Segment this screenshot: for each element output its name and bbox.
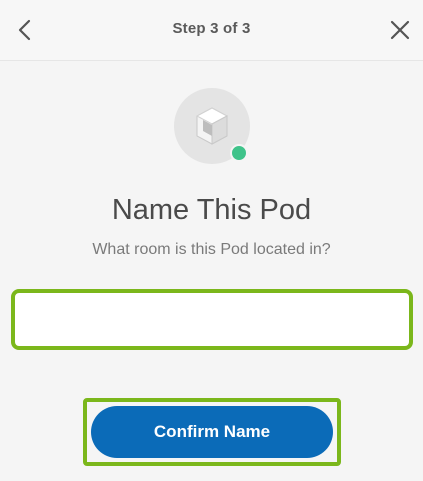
pod-name-field-frame: [11, 289, 413, 350]
close-icon: [390, 20, 410, 40]
confirm-name-label: Confirm Name: [153, 422, 271, 441]
close-button[interactable]: [385, 15, 415, 45]
pod-name-input[interactable]: [15, 293, 409, 346]
pod-device-icon: [195, 107, 229, 145]
confirm-button-frame: Confirm Name: [83, 398, 341, 466]
status-dot: [230, 144, 248, 162]
step-indicator: Step 3 of 3: [172, 20, 251, 37]
confirm-name-button[interactable]: Confirm Name: [91, 406, 333, 458]
page-title: Name This Pod: [111, 194, 312, 226]
page-subtitle: What room is this Pod located in?: [92, 241, 331, 258]
pod-avatar: [174, 88, 250, 164]
top-bar: Step 3 of 3: [0, 0, 423, 61]
